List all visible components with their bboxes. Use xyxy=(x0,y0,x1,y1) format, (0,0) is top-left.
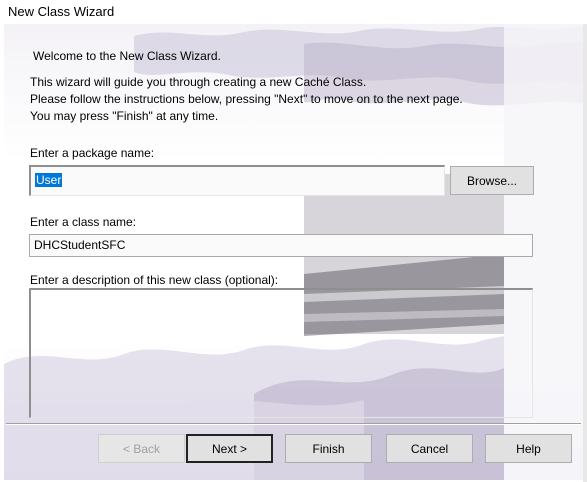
intro-line-2: Please follow the instructions below, pr… xyxy=(30,92,463,106)
class-name-input[interactable]: DHCStudentSFC xyxy=(29,234,533,257)
browse-button[interactable]: Browse... xyxy=(450,166,534,195)
title-bar[interactable]: New Class Wizard xyxy=(0,0,587,24)
intro-line-3: You may press "Finish" at any time. xyxy=(30,109,219,123)
package-name-value: User xyxy=(35,173,63,187)
help-button[interactable]: Help xyxy=(485,434,572,463)
finish-button[interactable]: Finish xyxy=(285,434,372,463)
wizard-page: Welcome to the New Class Wizard. This wi… xyxy=(4,24,583,480)
class-name-value: DHCStudentSFC xyxy=(34,238,126,252)
button-divider xyxy=(6,423,581,425)
cancel-button[interactable]: Cancel xyxy=(386,434,473,463)
back-button[interactable]: < Back xyxy=(98,434,185,463)
intro-line-1: This wizard will guide you through creat… xyxy=(30,75,367,89)
welcome-text: Welcome to the New Class Wizard. xyxy=(33,49,221,63)
description-label: Enter a description of this new class (o… xyxy=(30,273,279,287)
next-button[interactable]: Next > xyxy=(186,434,273,463)
package-label: Enter a package name: xyxy=(30,146,155,160)
window-title: New Class Wizard xyxy=(8,4,115,19)
package-name-combo[interactable]: User xyxy=(29,165,445,196)
class-name-label: Enter a class name: xyxy=(30,215,137,229)
window-right-edge xyxy=(583,24,587,482)
description-textarea[interactable] xyxy=(29,288,533,418)
